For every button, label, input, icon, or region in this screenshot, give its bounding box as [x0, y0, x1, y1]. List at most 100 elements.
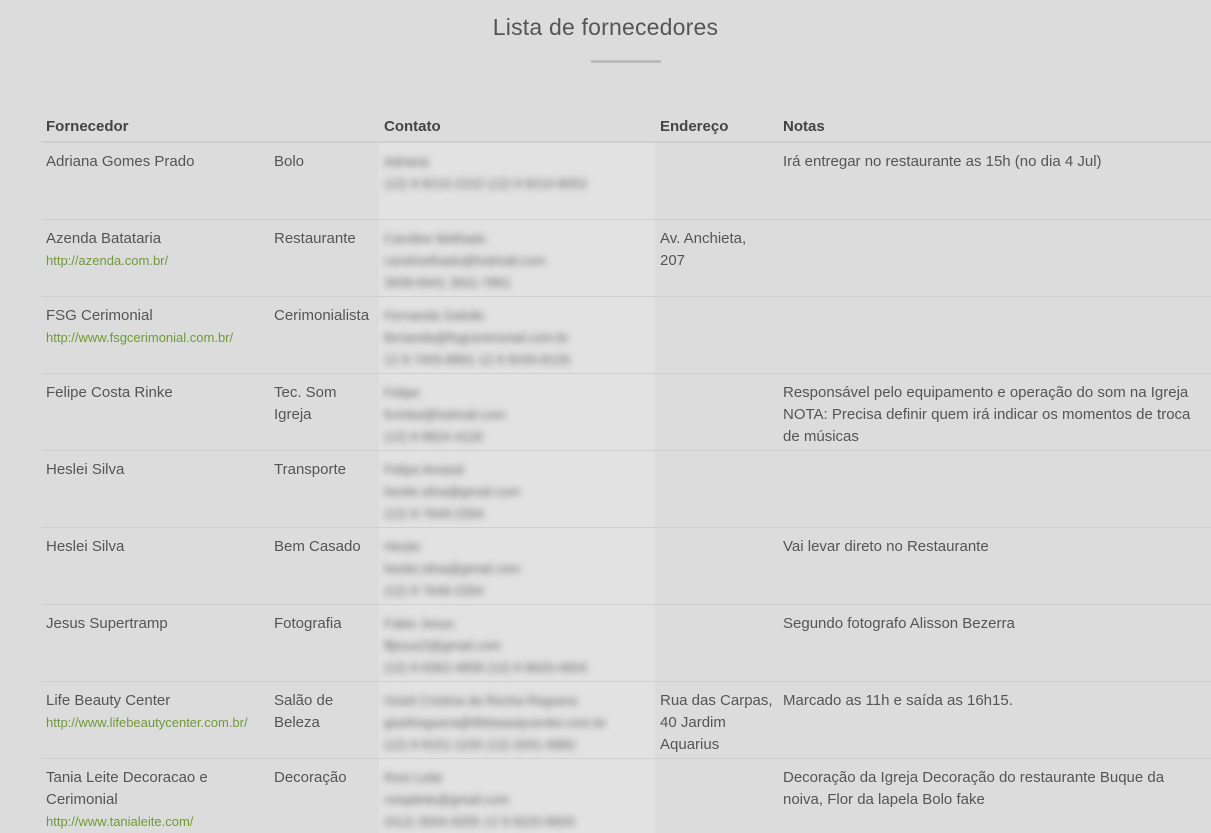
supplier-name: Heslei Silva — [46, 461, 125, 478]
contact-email[interactable]: heslei.silva@gmail.com — [384, 558, 650, 580]
supplier-name: Azenda Batataria — [46, 230, 162, 247]
category-cell: Cerimonialista — [269, 296, 379, 374]
contact-cell: Adriana (12) 9 8210-2222 (12) 9 8210-8052 — [379, 142, 655, 220]
header-notes[interactable]: Notas — [778, 108, 1211, 143]
contact-email[interactable]: carolmelhado@hotmail.com — [384, 250, 650, 272]
table-row: Heslei Silva Transporte Felipe Amaral hesle… — [41, 450, 1211, 528]
category-cell: Transporte — [269, 450, 379, 528]
contact-cell: Roni Leite ronipleite@gmail.com (012) 3934… — [379, 758, 655, 833]
contact-cell: Heslei heslei.silva@gmail.com (12) 9 7649-… — [379, 527, 655, 605]
category-cell: Bolo — [269, 142, 379, 220]
supplier-cell: FSG Cerimonial http://www.fsgcerimonial.c… — [41, 296, 269, 374]
address-cell — [655, 450, 778, 528]
contact-name: Giseli Cristina da Rocha Reguera — [384, 693, 577, 708]
supplier-website-link[interactable]: http://www.fsgcerimonial.com.br/ — [46, 327, 264, 349]
page-title: Lista de fornecedores — [492, 14, 719, 40]
contact-email[interactable]: giselireguera@lifebeautycenter.com.br — [384, 712, 650, 734]
suppliers-table: Fornecedor Contato Endereço Notas Adrian… — [41, 108, 1211, 833]
contact-email[interactable]: heslei.silva@gmail.com — [384, 481, 650, 503]
table-body: Adriana Gomes Prado Bolo Adriana (12) 9 821… — [41, 142, 1211, 833]
supplier-website-link[interactable]: http://www.lifebeautycenter.com.br/ — [46, 712, 264, 734]
table-row: Heslei Silva Bem Casado Heslei heslei.silva… — [41, 527, 1211, 605]
contact-phone: (12) 9 9824-4118 — [384, 429, 483, 444]
notes-cell: Decoração da Igreja Decoração do restaur… — [778, 758, 1211, 833]
address-cell — [655, 142, 778, 220]
supplier-cell: Tania Leite Decoracao e Cerimonial http:/… — [41, 758, 269, 833]
contact-name: Felipe Amaral — [384, 462, 464, 477]
contact-phone: 12 9 7403-8891 12 9 9243-8133 — [384, 352, 570, 367]
table-row: Tania Leite Decoracao e Cerimonial http:/… — [41, 758, 1211, 833]
supplier-cell: Azenda Batataria http://azenda.com.br/ — [41, 219, 269, 297]
contact-name: Heslei — [384, 539, 421, 554]
supplier-name: FSG Cerimonial — [46, 307, 153, 324]
title-divider — [591, 60, 661, 63]
supplier-name: Tania Leite Decoracao e Cerimonial — [46, 769, 208, 808]
supplier-name: Life Beauty Center — [46, 692, 171, 709]
contact-phone: (12) 9 8210-2222 (12) 9 8210-8052 — [384, 176, 588, 191]
contact-name: Felipe — [384, 385, 420, 400]
address-cell: Av. Anchieta, 207 — [655, 219, 778, 297]
notes-cell: Segundo fotografo Alisson Bezerra — [778, 604, 1211, 682]
header-contact[interactable]: Contato — [379, 108, 655, 143]
supplier-name: Adriana Gomes Prado — [46, 153, 195, 170]
contact-phone: (12) 9 7649-2264 — [384, 583, 484, 598]
contact-name: Adriana — [384, 154, 429, 169]
contact-name: Caroline Melhado — [384, 231, 486, 246]
notes-cell — [778, 450, 1211, 528]
supplier-cell: Felipe Costa Rinke — [41, 373, 269, 451]
page: Lista de fornecedores Fornecedor Contato… — [0, 0, 1211, 833]
contact-email[interactable]: ffjesus2@gmail.com — [384, 635, 650, 657]
table-row: FSG Cerimonial http://www.fsgcerimonial.c… — [41, 296, 1211, 374]
contact-email[interactable]: fernanda@fsgcerimonial.com.br — [384, 327, 650, 349]
contact-cell: Felipe fcrinke@hotmail.com (12) 9 9824-411… — [379, 373, 655, 451]
contact-cell: Giseli Cristina da Rocha Reguera giselire… — [379, 681, 655, 759]
contact-cell: Felipe Amaral heslei.silva@gmail.com (12) … — [379, 450, 655, 528]
address-cell — [655, 758, 778, 833]
category-cell: Tec. Som Igreja — [269, 373, 379, 451]
contact-phone: (12) 9 7649-2264 — [384, 506, 484, 521]
category-cell: Fotografia — [269, 604, 379, 682]
contact-phone: 3939-8441 3911-7891 — [384, 275, 511, 290]
notes-cell: Responsável pelo equipamento e operação … — [778, 373, 1211, 451]
table-row: Azenda Batataria http://azenda.com.br/Res… — [41, 219, 1211, 297]
contact-email[interactable]: fcrinke@hotmail.com — [384, 404, 650, 426]
address-cell: Rua das Carpas, 40 Jardim Aquarius — [655, 681, 778, 759]
supplier-website-link[interactable]: http://azenda.com.br/ — [46, 250, 264, 272]
category-cell: Salão de Beleza — [269, 681, 379, 759]
supplier-name: Jesus Supertramp — [46, 615, 168, 632]
contact-phone: (012) 3934-9255 12 9 9220-9600 — [384, 814, 575, 829]
table-row: Jesus Supertramp Fotografia Fabio Jesus ffj… — [41, 604, 1211, 682]
notes-cell — [778, 219, 1211, 297]
contact-cell: Fernanda Galvão fernanda@fsgcerimonial.co… — [379, 296, 655, 374]
contact-email[interactable]: ronipleite@gmail.com — [384, 789, 650, 811]
supplier-cell: Life Beauty Center http://www.lifebeautyc… — [41, 681, 269, 759]
contact-cell: Fabio Jesus ffjesus2@gmail.com (12) 9 6362… — [379, 604, 655, 682]
header-supplier[interactable]: Fornecedor — [41, 108, 269, 143]
category-cell: Decoração — [269, 758, 379, 833]
address-cell — [655, 296, 778, 374]
notes-cell — [778, 296, 1211, 374]
header-address[interactable]: Endereço — [655, 108, 778, 143]
contact-cell: Caroline Melhado carolmelhado@hotmail.com… — [379, 219, 655, 297]
supplier-cell: Adriana Gomes Prado — [41, 142, 269, 220]
supplier-cell: Heslei Silva — [41, 450, 269, 528]
category-cell: Restaurante — [269, 219, 379, 297]
notes-cell: Marcado as 11h e saída as 16h15. — [778, 681, 1211, 759]
contact-name: Roni Leite — [384, 770, 443, 785]
table-row: Adriana Gomes Prado Bolo Adriana (12) 9 821… — [41, 142, 1211, 220]
supplier-name: Felipe Costa Rinke — [46, 384, 173, 401]
table-header-row: Fornecedor Contato Endereço Notas — [41, 108, 1211, 143]
category-cell: Bem Casado — [269, 527, 379, 605]
contact-phone: (12) 9 6362-4958 (12) 9 8633-4604 — [384, 660, 588, 675]
address-cell — [655, 604, 778, 682]
contact-name: Fabio Jesus — [384, 616, 455, 631]
supplier-cell: Jesus Supertramp — [41, 604, 269, 682]
supplier-cell: Heslei Silva — [41, 527, 269, 605]
header-category — [269, 108, 379, 143]
notes-cell: Vai levar direto no Restaurante — [778, 527, 1211, 605]
address-cell — [655, 373, 778, 451]
address-cell — [655, 527, 778, 605]
supplier-website-link[interactable]: http://www.tanialeite.com/ — [46, 811, 264, 833]
table-row: Felipe Costa Rinke Tec. Som Igreja Felipe f… — [41, 373, 1211, 451]
supplier-name: Heslei Silva — [46, 538, 125, 555]
